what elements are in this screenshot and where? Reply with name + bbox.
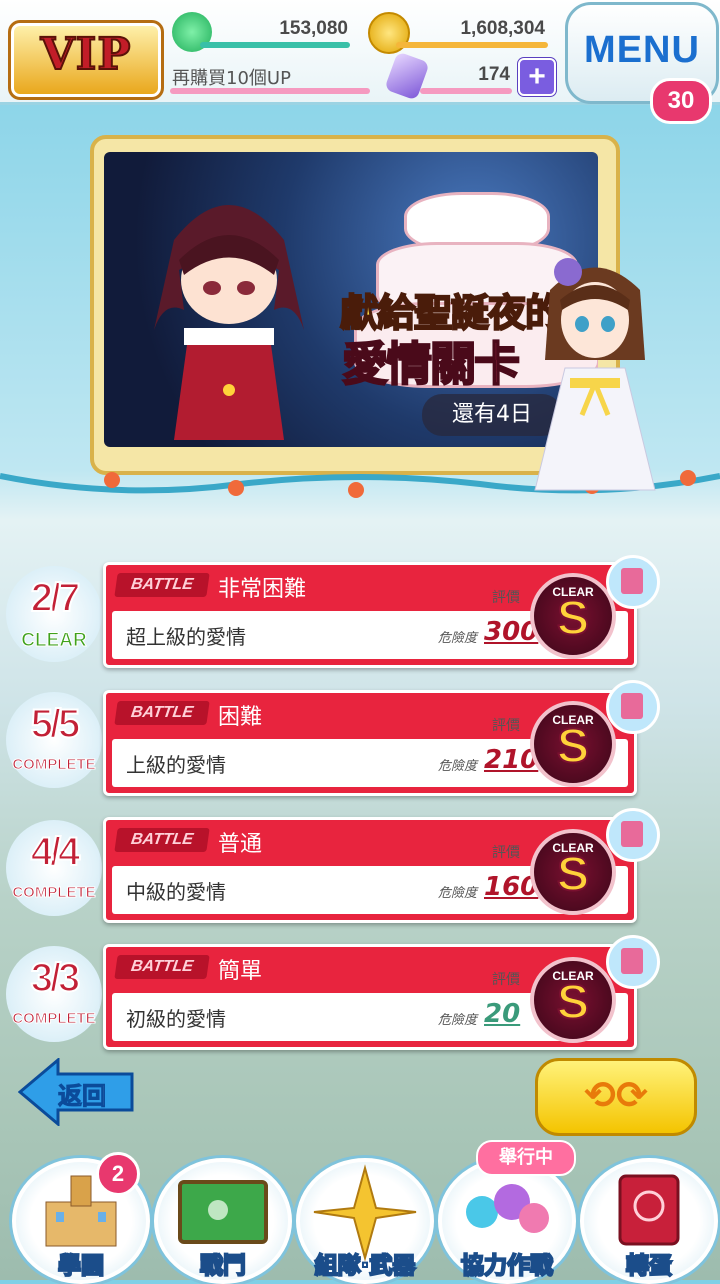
progress-label: COMPLETE	[12, 884, 96, 902]
swap-arrows-icon: ⟲⟳	[584, 1073, 648, 1117]
nav-team-weapon-label: 組隊·武器	[314, 1252, 417, 1280]
coin-bar	[396, 42, 548, 48]
rank-letter: S	[556, 975, 590, 1030]
eval-label: 評價	[492, 972, 520, 988]
gem-count: 174	[478, 64, 510, 85]
stage-difficulty: 困難	[218, 705, 263, 730]
eval-label: 評價	[492, 590, 520, 606]
clear-rank-badge: CLEAR S	[530, 957, 616, 1043]
stage-difficulty: 普通	[218, 832, 263, 857]
progress-label: COMPLETE	[12, 1010, 96, 1028]
stage-name: 上級的愛情	[126, 753, 226, 777]
nav-battle[interactable]: 戰鬥	[154, 1158, 292, 1284]
battle-tag: BATTLE	[114, 955, 210, 979]
stage-name: 初級的愛情	[126, 1007, 226, 1031]
menu-label: MENU	[584, 29, 700, 71]
ticket-count: 153,080	[279, 18, 348, 39]
eval-label: 評價	[492, 845, 520, 861]
progress-label: COMPLETE	[12, 756, 96, 774]
rank-letter: S	[556, 591, 590, 646]
nav-gacha[interactable]: 轉蛋	[580, 1158, 718, 1284]
nav-school-label: 學園	[57, 1252, 105, 1280]
vip-label: VIP	[40, 28, 132, 81]
danger-label: 危險度	[438, 631, 478, 646]
eval-label: 評價	[492, 718, 520, 734]
story-book-icon[interactable]	[606, 555, 660, 609]
battle-tag: BATTLE	[114, 701, 210, 725]
nav-battle-label: 戰鬥	[199, 1252, 247, 1280]
story-book-icon[interactable]	[606, 680, 660, 734]
battle-tag: BATTLE	[114, 573, 210, 597]
back-label: 返回	[58, 1082, 107, 1111]
progress-fraction: 3/3	[30, 955, 82, 1001]
stage-progress: 3/3 COMPLETE	[6, 946, 102, 1042]
purchase-bar	[170, 88, 370, 94]
stage-progress: 4/4 COMPLETE	[6, 820, 102, 916]
stage-difficulty: 簡單	[218, 959, 263, 984]
banner-title-line2: 愛情關卡	[341, 336, 521, 392]
event-ongoing-tag: 舉行中	[476, 1140, 576, 1176]
nav-coop-battle[interactable]: 協力作戰	[438, 1158, 576, 1284]
purchase-note: 再購買10個UP	[172, 68, 291, 89]
nav-team-weapon[interactable]: 組隊·武器	[296, 1158, 434, 1284]
menu-badge: 30	[650, 78, 712, 124]
stage-difficulty: 非常困難	[218, 577, 307, 602]
battle-tag: BATTLE	[114, 828, 210, 852]
stage-name: 中級的愛情	[126, 880, 226, 904]
vip-button[interactable]: VIP	[8, 20, 164, 100]
progress-label: CLEAR	[21, 630, 87, 652]
stage-progress: 5/5 COMPLETE	[6, 692, 102, 788]
back-button[interactable]: 返回	[18, 1058, 136, 1126]
rank-letter: S	[556, 719, 590, 774]
danger-label: 危險度	[438, 759, 478, 774]
add-gems-button[interactable]: +	[518, 58, 556, 96]
clear-rank-badge: CLEAR S	[530, 829, 616, 915]
swap-order-button[interactable]: ⟲⟳	[535, 1058, 697, 1136]
clear-rank-badge: CLEAR S	[530, 573, 616, 659]
progress-fraction: 5/5	[30, 701, 82, 747]
nav-gacha-label: 轉蛋	[625, 1252, 673, 1280]
danger-value: 20	[484, 999, 521, 1029]
progress-fraction: 2/7	[30, 575, 82, 621]
clear-rank-badge: CLEAR S	[530, 701, 616, 787]
school-notification-badge: 2	[96, 1152, 140, 1196]
guide-girl-character	[534, 258, 656, 491]
santa-chibi-character	[154, 205, 304, 440]
progress-fraction: 4/4	[30, 829, 82, 875]
stage-progress: 2/7 CLEAR	[6, 566, 102, 662]
stage-name: 超上級的愛情	[126, 625, 246, 649]
nav-coop-battle-label: 協力作戰	[460, 1252, 554, 1280]
story-book-icon[interactable]	[606, 808, 660, 862]
danger-label: 危險度	[438, 886, 478, 901]
danger-label: 危險度	[438, 1013, 478, 1028]
story-book-icon[interactable]	[606, 935, 660, 989]
ticket-bar	[200, 42, 350, 48]
coin-count: 1,608,304	[460, 18, 545, 39]
rank-letter: S	[556, 847, 590, 902]
gem-bar	[420, 88, 512, 94]
